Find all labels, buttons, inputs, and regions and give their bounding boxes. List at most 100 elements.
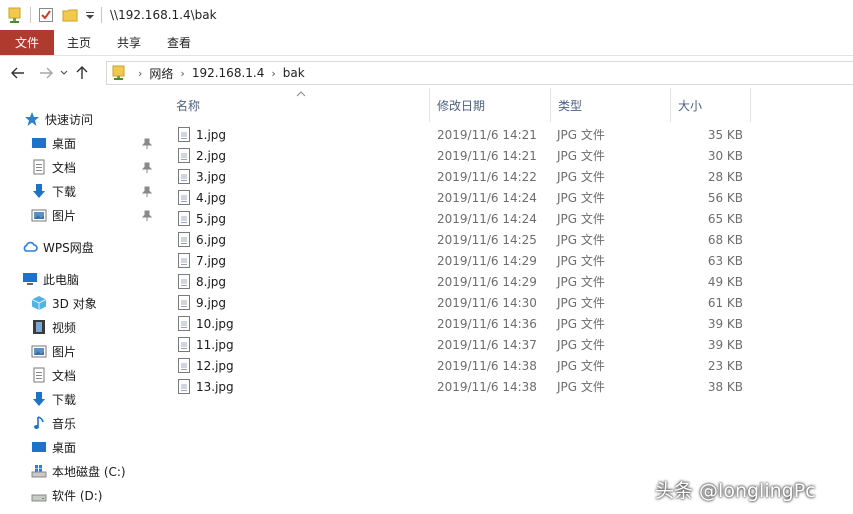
breadcrumb-host[interactable]: 192.168.1.4: [192, 66, 265, 80]
nav-pc-pictures[interactable]: 图片: [31, 340, 76, 362]
table-row[interactable]: 6.jpg 2019/11/6 14:25 JPG 文件 68 KB: [160, 229, 760, 250]
nav-label: 图片: [52, 344, 77, 359]
file-modified-date: 2019/11/6 14:21: [437, 127, 537, 142]
file-name-cell[interactable]: 13.jpg: [178, 376, 234, 397]
file-size: 65 KB: [707, 211, 743, 226]
pin-icon[interactable]: [142, 186, 152, 198]
picture-icon: [31, 343, 47, 359]
table-row[interactable]: 7.jpg 2019/11/6 14:29 JPG 文件 63 KB: [160, 250, 760, 271]
address-bar[interactable]: › 网络 › 192.168.1.4 › bak: [106, 61, 853, 85]
pin-icon[interactable]: [142, 162, 152, 174]
watermark: 头条 @longlingPc: [655, 480, 816, 502]
file-size: 63 KB: [707, 253, 743, 268]
pin-icon[interactable]: [142, 210, 152, 222]
file-list: 名称 修改日期 类型 大小 1.jpg 2019/11/6 14:21 JPG 文件…: [160, 88, 853, 514]
tab-share[interactable]: 共享: [104, 30, 154, 55]
back-button[interactable]: [7, 62, 29, 84]
chevron-right-icon[interactable]: ›: [138, 67, 142, 80]
file-name: 12.jpg: [196, 358, 234, 373]
nav-quick-access[interactable]: 快速访问: [24, 108, 93, 130]
download-arrow-icon: [31, 391, 47, 407]
table-row[interactable]: 4.jpg 2019/11/6 14:24 JPG 文件 56 KB: [160, 187, 760, 208]
file-modified-date: 2019/11/6 14:29: [437, 253, 537, 268]
tab-file[interactable]: 文件: [0, 30, 54, 55]
file-type: JPG 文件: [557, 296, 605, 310]
file-name-cell[interactable]: 10.jpg: [178, 313, 234, 334]
picture-icon: [31, 207, 47, 223]
table-row[interactable]: 9.jpg 2019/11/6 14:30 JPG 文件 61 KB: [160, 292, 760, 313]
tab-home[interactable]: 主页: [54, 30, 104, 55]
nav-pc-desktop[interactable]: 桌面: [31, 436, 76, 458]
nav-pc-videos[interactable]: 视频: [31, 316, 76, 338]
image-file-icon: [178, 295, 190, 310]
tab-view[interactable]: 查看: [154, 30, 204, 55]
nav-pc-documents[interactable]: 文档: [31, 364, 76, 386]
file-name-cell[interactable]: 1.jpg: [178, 124, 226, 145]
breadcrumb-network[interactable]: 网络: [149, 65, 173, 82]
file-name-cell[interactable]: 3.jpg: [178, 166, 226, 187]
file-type: JPG 文件: [557, 317, 605, 331]
nav-label: 快速访问: [45, 112, 94, 127]
file-name-cell[interactable]: 7.jpg: [178, 250, 226, 271]
nav-pc-3d-objects[interactable]: 3D 对象: [31, 292, 97, 314]
nav-pc-drive-c[interactable]: 本地磁盘 (C:): [31, 460, 126, 482]
column-header-name[interactable]: 名称: [169, 88, 429, 122]
file-name: 13.jpg: [196, 379, 234, 394]
nav-this-pc[interactable]: 此电脑: [22, 268, 79, 290]
file-name-cell[interactable]: 5.jpg: [178, 208, 226, 229]
image-file-icon: [178, 274, 190, 289]
nav-wps-drive[interactable]: WPS网盘: [22, 236, 94, 258]
recent-locations-button[interactable]: [57, 62, 71, 84]
chevron-right-icon[interactable]: ›: [180, 67, 184, 80]
file-modified-date: 2019/11/6 14:37: [437, 337, 537, 352]
document-icon: [31, 159, 47, 175]
file-name-cell[interactable]: 9.jpg: [178, 292, 226, 313]
table-row[interactable]: 11.jpg 2019/11/6 14:37 JPG 文件 39 KB: [160, 334, 760, 355]
nav-quick-documents[interactable]: 文档: [31, 156, 76, 178]
column-header-type[interactable]: 类型: [551, 88, 670, 122]
file-type: JPG 文件: [557, 338, 605, 352]
file-name-cell[interactable]: 6.jpg: [178, 229, 226, 250]
network-folder-icon[interactable]: [6, 6, 24, 24]
nav-quick-downloads[interactable]: 下载: [31, 180, 76, 202]
nav-quick-desktop[interactable]: 桌面: [31, 132, 76, 154]
nav-pc-downloads[interactable]: 下载: [31, 388, 76, 410]
table-row[interactable]: 3.jpg 2019/11/6 14:22 JPG 文件 28 KB: [160, 166, 760, 187]
table-row[interactable]: 1.jpg 2019/11/6 14:21 JPG 文件 35 KB: [160, 124, 760, 145]
table-row[interactable]: 8.jpg 2019/11/6 14:29 JPG 文件 49 KB: [160, 271, 760, 292]
table-row[interactable]: 10.jpg 2019/11/6 14:36 JPG 文件 39 KB: [160, 313, 760, 334]
window-title: \\192.168.1.4\bak: [110, 8, 217, 22]
file-name-cell[interactable]: 2.jpg: [178, 145, 226, 166]
table-row[interactable]: 13.jpg 2019/11/6 14:38 JPG 文件 38 KB: [160, 376, 760, 397]
file-name: 7.jpg: [196, 253, 227, 268]
customize-toolbar-icon[interactable]: [85, 6, 95, 24]
image-file-icon: [178, 211, 190, 226]
file-name-cell[interactable]: 11.jpg: [178, 334, 234, 355]
forward-button[interactable]: [35, 62, 57, 84]
up-button[interactable]: [71, 62, 93, 84]
nav-pc-drive-d[interactable]: 软件 (D:): [31, 484, 102, 506]
toolbar-separator: [30, 7, 31, 23]
file-modified-date: 2019/11/6 14:36: [437, 316, 537, 331]
star-pin-icon: [24, 111, 40, 127]
properties-icon[interactable]: [37, 6, 55, 24]
nav-label: 3D 对象: [52, 296, 97, 311]
table-row[interactable]: 2.jpg 2019/11/6 14:21 JPG 文件 30 KB: [160, 145, 760, 166]
table-row[interactable]: 12.jpg 2019/11/6 14:38 JPG 文件 23 KB: [160, 355, 760, 376]
file-name-cell[interactable]: 8.jpg: [178, 271, 226, 292]
breadcrumb-folder[interactable]: bak: [283, 66, 305, 80]
nav-pc-music[interactable]: 音乐: [31, 412, 76, 434]
nav-quick-pictures[interactable]: 图片: [31, 204, 76, 226]
file-name-cell[interactable]: 4.jpg: [178, 187, 226, 208]
column-header-size[interactable]: 大小: [671, 88, 750, 122]
table-row[interactable]: 5.jpg 2019/11/6 14:24 JPG 文件 65 KB: [160, 208, 760, 229]
file-name-cell[interactable]: 12.jpg: [178, 355, 234, 376]
new-folder-icon[interactable]: [61, 6, 79, 24]
chevron-down-icon: [60, 70, 68, 75]
chevron-right-icon[interactable]: ›: [271, 67, 275, 80]
column-header-date[interactable]: 修改日期: [430, 88, 550, 122]
file-type: JPG 文件: [557, 191, 605, 205]
pin-icon[interactable]: [142, 138, 152, 150]
nav-label: 图片: [52, 208, 77, 223]
column-divider[interactable]: [750, 88, 751, 122]
